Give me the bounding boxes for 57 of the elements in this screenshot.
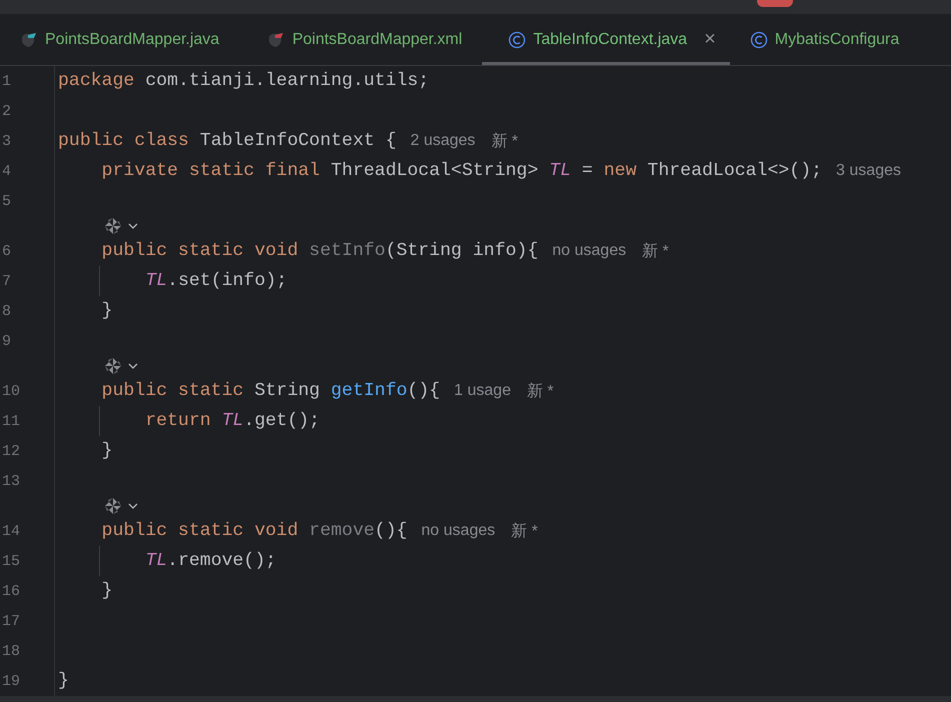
line-number: 8 (2, 302, 12, 320)
code-line: package com.tianji.learning.utils; (58, 71, 430, 91)
usages-hint[interactable]: 3 usages (836, 162, 901, 180)
code-line: } (58, 671, 69, 691)
line-number: 14 (2, 522, 20, 540)
code-line: private static final ThreadLocal<String> TL = new ThreadLocal<>(); (100, 161, 822, 181)
badge-shape (757, 0, 793, 7)
usages-hint[interactable]: no usages (552, 242, 626, 260)
code-line: TL.remove(); (144, 551, 276, 571)
usages-hint[interactable]: 1 usage (454, 382, 511, 400)
code-line: public class TableInfoContext { (58, 131, 396, 151)
code-line: } (100, 581, 113, 601)
line-number: 3 (2, 132, 12, 150)
line-number: 16 (2, 582, 20, 600)
pinwheel-icon (104, 217, 122, 235)
code-line: public static String getInfo(){ (100, 381, 440, 401)
author-hint[interactable]: 新 * (491, 130, 518, 152)
author-hint[interactable]: 新 * (526, 380, 554, 402)
chevron-down-icon[interactable] (128, 363, 138, 369)
chevron-down-icon[interactable] (128, 223, 138, 229)
code-line: public static void remove(){ (100, 521, 408, 541)
code-line: return TL.get(); (144, 411, 320, 431)
line-number: 15 (2, 552, 20, 570)
file-tab[interactable]: MybatisConfigura (730, 14, 920, 65)
code-line: } (100, 301, 113, 321)
class-icon (750, 30, 768, 48)
line-number: 2 (2, 102, 12, 120)
line-number: 4 (2, 162, 12, 180)
author-hint[interactable]: 新 * (642, 240, 669, 262)
line-number: 9 (2, 332, 12, 350)
line-number: 13 (2, 472, 20, 490)
usages-hint[interactable]: 2 usages (410, 132, 476, 150)
chevron-down-icon[interactable] (128, 503, 138, 509)
line-number: 1 (2, 72, 12, 90)
code-line: } (100, 441, 113, 461)
file-tab[interactable]: PointsBoardMapper.java (0, 14, 240, 65)
line-number: 11 (2, 412, 20, 430)
file-tab[interactable]: PointsBoardMapper.xml (239, 14, 482, 65)
pinwheel-icon (104, 357, 122, 375)
line-number: 7 (2, 272, 12, 290)
file-tab[interactable]: TableInfoContext.java × (482, 14, 730, 65)
class-icon (508, 30, 526, 48)
code-line: TL.set(info); (144, 271, 288, 291)
code-line: public static void setInfo(String info){ (100, 241, 538, 261)
line-number: 19 (2, 672, 20, 690)
pinwheel-icon (104, 497, 122, 515)
line-number: 17 (2, 612, 20, 630)
line-number: 6 (2, 242, 12, 260)
line-number: 12 (2, 442, 20, 460)
line-number: 10 (2, 382, 20, 400)
usages-hint[interactable]: no usages (421, 522, 496, 540)
line-number: 18 (2, 642, 20, 660)
line-number: 5 (2, 192, 12, 210)
author-hint[interactable]: 新 * (511, 520, 538, 542)
close-icon[interactable]: × (704, 28, 716, 51)
bird-icon (267, 30, 286, 48)
bird-icon (20, 30, 38, 48)
